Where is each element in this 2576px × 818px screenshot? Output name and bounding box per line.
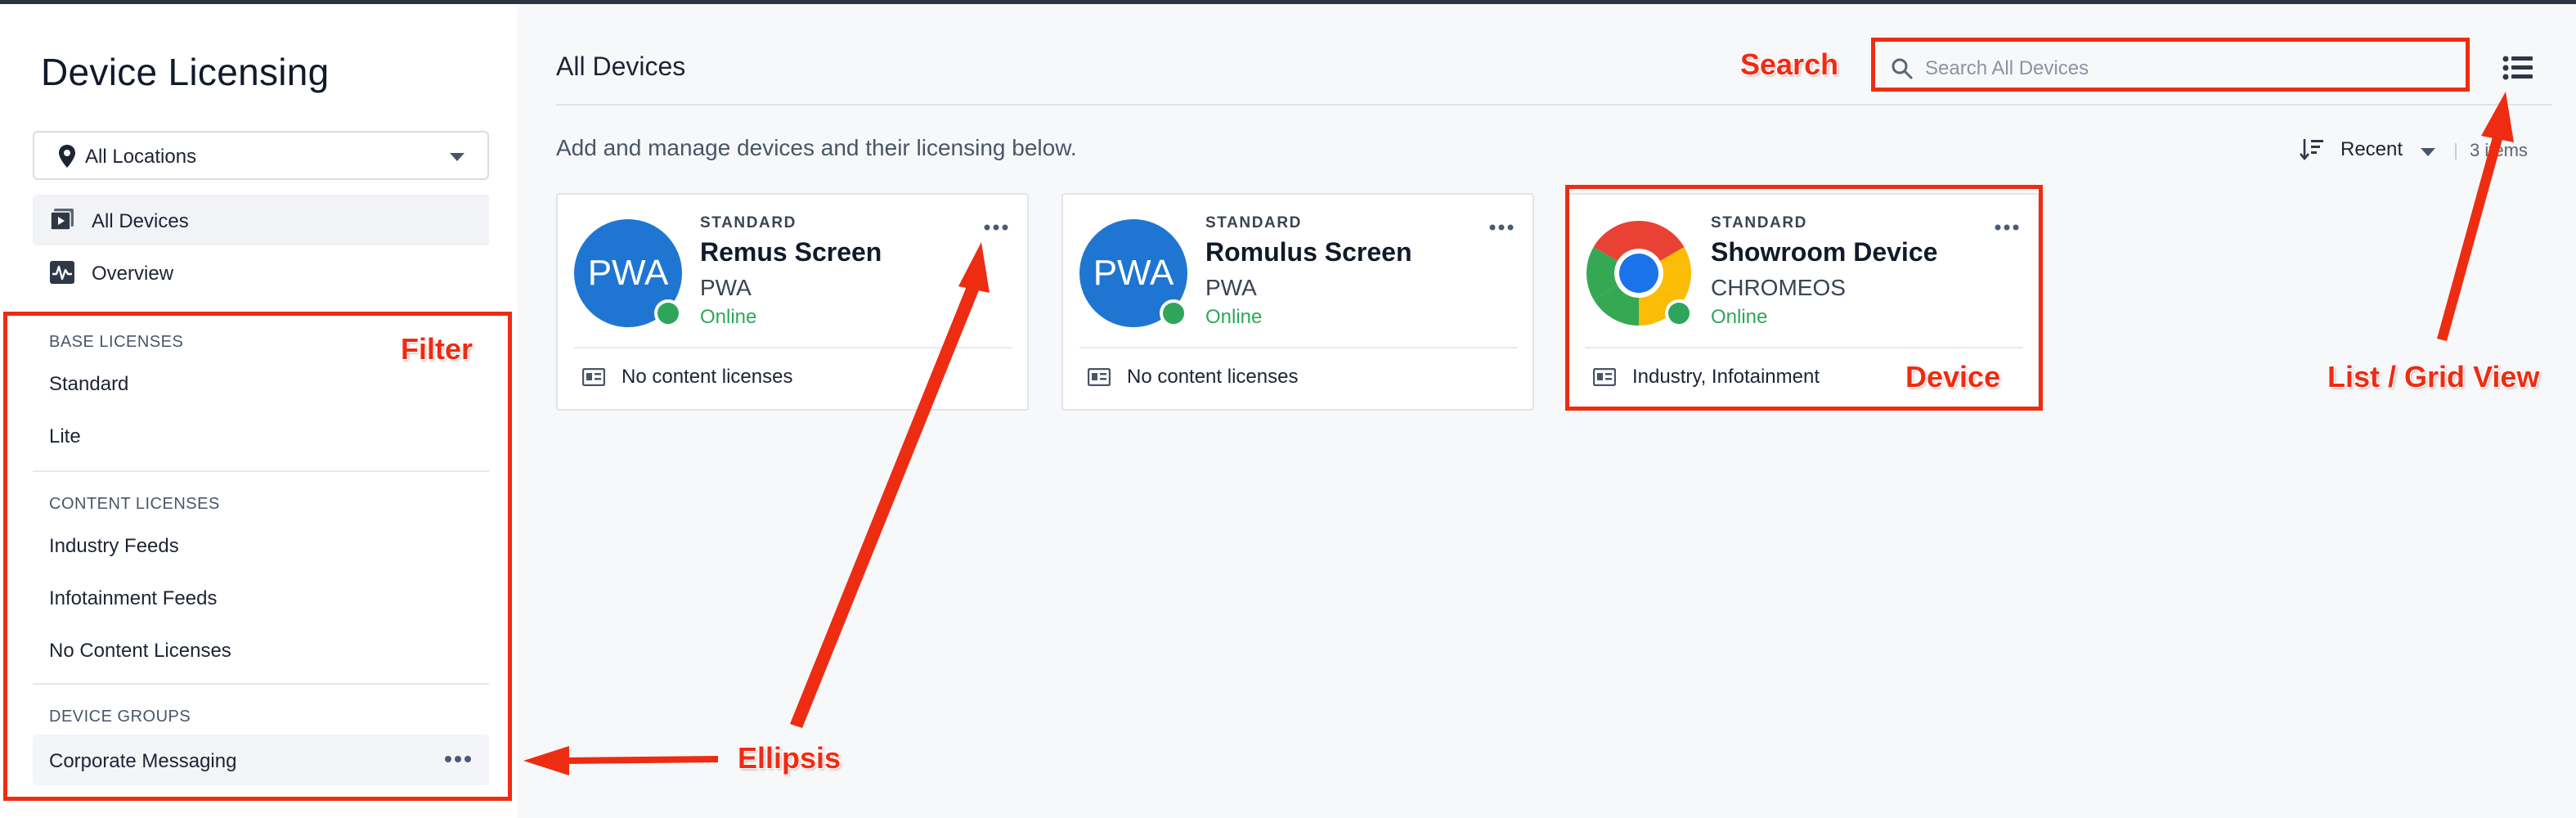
search-box[interactable] — [1879, 47, 2576, 89]
play-screen-icon — [50, 209, 74, 231]
license-card-icon — [1593, 368, 1616, 386]
main-content: All Devices Add and manage devices and t… — [517, 4, 2576, 818]
card-divider — [1585, 347, 2023, 348]
search-icon — [1892, 58, 1913, 79]
device-licenses: No content licenses — [1127, 366, 1299, 388]
device-card[interactable]: PWA STANDARD Remus Screen PWA Online No … — [556, 193, 1029, 411]
device-name: Showroom Device — [1711, 237, 1938, 267]
device-name: Romulus Screen — [1205, 237, 1412, 267]
header-divider — [556, 104, 2551, 106]
device-card[interactable]: PWA STANDARD Romulus Screen PWA Online N… — [1061, 193, 1534, 411]
device-groups-heading: DEVICE GROUPS — [49, 708, 191, 726]
filter-item-lite[interactable]: Lite — [49, 425, 81, 448]
device-licenses: No content licenses — [622, 366, 793, 388]
device-platform: PWA — [700, 275, 752, 300]
device-platform: CHROMEOS — [1711, 275, 1846, 300]
device-card[interactable]: STANDARD Showroom Device CHROMEOS Online… — [1567, 193, 2040, 411]
device-licenses: Industry, Infotainment — [1632, 366, 1820, 388]
device-tier: STANDARD — [1711, 214, 1807, 231]
content-licenses-heading: CONTENT LICENSES — [49, 495, 220, 513]
device-tier: STANDARD — [1205, 214, 1302, 231]
list-view-icon[interactable] — [2502, 55, 2533, 81]
ellipsis-icon[interactable] — [1488, 222, 1515, 232]
map-pin-icon — [59, 145, 75, 168]
card-divider — [574, 347, 1012, 348]
sidebar-item-label: All Devices — [92, 210, 189, 232]
base-licenses-heading: BASE LICENSES — [49, 333, 184, 351]
page-description: Add and manage devices and their licensi… — [556, 135, 1077, 160]
online-status-dot — [654, 299, 682, 327]
location-select[interactable]: All Locations — [33, 131, 489, 180]
device-name: Remus Screen — [700, 237, 882, 267]
online-status-dot — [1665, 299, 1693, 327]
sidebar-item-overview[interactable]: Overview — [33, 247, 489, 298]
device-group-item[interactable]: Corporate Messaging — [33, 735, 489, 785]
section-divider — [33, 470, 489, 472]
sidebar-item-all-devices[interactable]: All Devices — [33, 195, 489, 245]
items-count: 3 items — [2470, 140, 2528, 160]
ellipsis-icon[interactable] — [1994, 222, 2020, 232]
chevron-down-icon — [2421, 148, 2435, 156]
device-status: Online — [700, 306, 757, 328]
license-card-icon — [1088, 368, 1111, 386]
chevron-down-icon — [450, 153, 464, 161]
sidebar: Device Licensing All Locations All Devic… — [0, 4, 517, 818]
device-platform: PWA — [1205, 275, 1257, 300]
filter-item-industry-feeds[interactable]: Industry Feeds — [49, 535, 179, 558]
filter-item-infotainment-feeds[interactable]: Infotainment Feeds — [49, 587, 217, 610]
activity-icon — [50, 261, 74, 284]
sort-label: Recent — [2340, 138, 2403, 160]
online-status-dot — [1160, 299, 1187, 327]
device-tier: STANDARD — [700, 214, 797, 231]
page-title: Device Licensing — [41, 51, 330, 93]
filter-item-no-content-licenses[interactable]: No Content Licenses — [49, 640, 231, 663]
ellipsis-icon[interactable] — [983, 222, 1009, 232]
device-status: Online — [1711, 306, 1768, 328]
section-divider — [33, 683, 489, 685]
sidebar-item-label: Overview — [92, 263, 174, 285]
filter-item-standard[interactable]: Standard — [49, 373, 128, 396]
location-select-value: All Locations — [85, 146, 197, 168]
device-status: Online — [1205, 306, 1263, 328]
separator — [2455, 143, 2457, 160]
card-divider — [1079, 347, 1518, 348]
device-group-label: Corporate Messaging — [49, 750, 237, 772]
search-input[interactable] — [1925, 55, 2576, 83]
sort-control[interactable]: Recent 3 items — [2300, 133, 2569, 166]
sort-descending-icon — [2300, 139, 2323, 161]
ellipsis-icon[interactable] — [443, 749, 473, 769]
license-card-icon — [582, 368, 605, 386]
section-title: All Devices — [556, 52, 686, 81]
